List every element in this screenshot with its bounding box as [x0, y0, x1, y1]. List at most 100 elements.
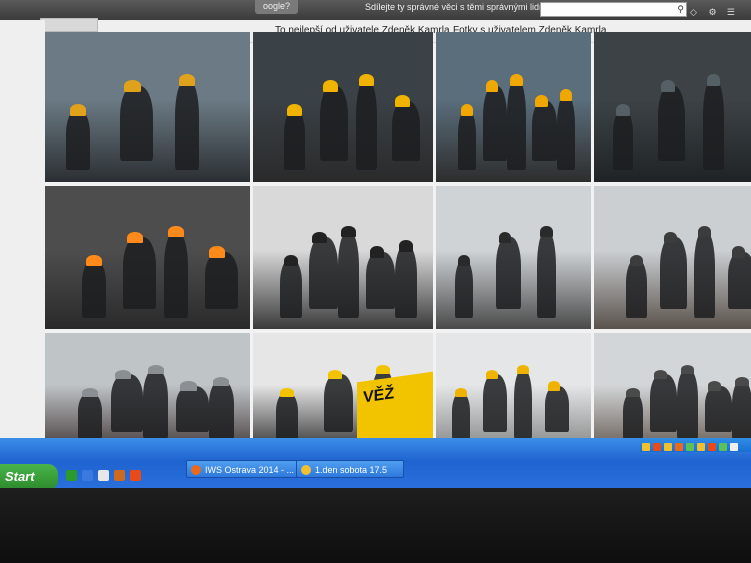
helmet-mark — [616, 104, 630, 116]
photo-figure — [537, 231, 556, 318]
helmet-mark — [180, 381, 197, 391]
helmet-mark — [283, 254, 298, 267]
photo-figure — [544, 385, 570, 432]
photo-figure — [324, 374, 354, 432]
photo-figure — [612, 110, 634, 170]
tray-icon[interactable] — [719, 443, 727, 451]
tray-icon[interactable] — [697, 443, 705, 451]
photo-figure — [495, 237, 521, 309]
photo-figure — [532, 101, 557, 161]
taskbar: Start IWS Ostrava 2014 - ... 1.den sobot… — [0, 438, 751, 490]
helmet-mark — [370, 246, 385, 258]
helmet-mark — [653, 369, 668, 379]
photo-rainy-window[interactable] — [594, 32, 751, 182]
photo-figure — [308, 237, 338, 309]
photo-figure — [366, 251, 396, 309]
helmet-mark — [661, 80, 676, 92]
helmet-mark — [454, 388, 467, 398]
photo-figure — [704, 385, 732, 432]
helmet-mark — [499, 231, 512, 244]
quick-launch — [66, 468, 146, 486]
photo-grid: VĚŽ — [45, 32, 751, 448]
helmet-mark — [731, 246, 746, 258]
quick-launch-icon[interactable] — [82, 470, 93, 481]
photo-rooftops-city[interactable] — [594, 333, 751, 448]
helmet-mark — [341, 226, 356, 238]
quick-launch-icon[interactable] — [98, 470, 109, 481]
helmet-mark — [485, 80, 498, 92]
photo-figure — [143, 369, 168, 439]
photo-woman-camera-helmet[interactable] — [436, 333, 591, 448]
helmet-mark — [735, 376, 749, 386]
helmet-mark — [323, 80, 338, 92]
photo-figure — [163, 231, 189, 318]
tray-icon[interactable] — [730, 443, 738, 451]
toolbar-icons: ◇ ⚙ ☰ — [690, 2, 741, 20]
photo-figure — [176, 385, 209, 432]
helmet-mark — [707, 381, 722, 391]
helmet-mark — [178, 74, 196, 86]
photo-figure — [81, 260, 107, 318]
browser-icon — [191, 465, 201, 475]
helmet-mark — [697, 226, 712, 238]
search-icon[interactable]: ⚲ — [677, 3, 684, 16]
photo-figure — [482, 86, 508, 161]
folder-icon — [301, 465, 311, 475]
menu-icon[interactable]: ☰ — [727, 7, 737, 17]
browser-chrome: oogle? Sdílejte ty správné věci s těmi s… — [0, 0, 751, 20]
helmet-mark — [312, 231, 327, 244]
helmet-mark — [540, 226, 553, 238]
helmet-mark — [395, 95, 410, 107]
photo-people-tower-view[interactable] — [253, 186, 433, 329]
tray-icon[interactable] — [675, 443, 683, 451]
helmet-mark — [147, 365, 164, 375]
photo-figure — [209, 381, 234, 439]
browser-tab[interactable]: oogle? — [255, 0, 299, 14]
photo-figure — [731, 381, 751, 439]
search-input[interactable]: ⚲ — [540, 2, 687, 17]
helmet-mark — [457, 254, 471, 267]
photo-figure — [204, 251, 238, 309]
photo-figure — [454, 260, 474, 318]
lock-icon[interactable]: ◇ — [690, 7, 700, 17]
start-button[interactable]: Start — [0, 464, 58, 490]
helmet-mark — [359, 74, 374, 86]
gear-icon[interactable]: ⚙ — [708, 7, 718, 17]
helmet-mark — [560, 89, 573, 101]
photo-woman-white-helmet[interactable] — [45, 186, 250, 329]
quick-launch-icon[interactable] — [130, 470, 141, 481]
helmet-mark — [209, 246, 226, 258]
photo-figure — [703, 80, 724, 170]
photo-group-railing[interactable] — [253, 32, 433, 182]
tray-icon[interactable] — [686, 443, 694, 451]
helmet-mark — [626, 388, 640, 398]
tray-icon[interactable] — [642, 443, 650, 451]
tray-icon[interactable] — [653, 443, 661, 451]
photo-figure — [622, 392, 644, 439]
photo-figure — [451, 392, 471, 439]
photo-blast-furnace-tank[interactable] — [436, 186, 591, 329]
quick-launch-icon[interactable] — [114, 470, 125, 481]
photo-figure — [677, 369, 698, 439]
photo-figure — [658, 86, 686, 161]
tray-icon[interactable] — [708, 443, 716, 451]
quick-launch-icon[interactable] — [66, 470, 77, 481]
photo-figure — [391, 101, 421, 161]
tray-icon[interactable] — [664, 443, 672, 451]
helmet-mark — [114, 369, 132, 379]
helmet-mark — [663, 231, 678, 244]
photo-industrial-skyline[interactable] — [594, 186, 751, 329]
screen: oogle? Sdílejte ty správné věci s těmi s… — [0, 0, 751, 490]
photo-helmets-orange-vest[interactable] — [436, 32, 591, 182]
helmet-mark — [516, 365, 529, 375]
photo-figure — [280, 260, 302, 318]
photo-figure — [77, 392, 103, 439]
photo-figure — [513, 369, 533, 439]
helmet-mark — [328, 369, 343, 379]
photo-helmets-stairs[interactable] — [45, 32, 250, 182]
photo-figure — [482, 374, 508, 432]
taskbar-item-folder[interactable]: 1.den sobota 17.5 — [296, 460, 404, 478]
vez-sign: VĚŽ — [357, 371, 433, 448]
photo-man-with-camera-vez[interactable]: VĚŽ — [253, 333, 433, 448]
photo-steel-structure[interactable] — [45, 333, 250, 448]
